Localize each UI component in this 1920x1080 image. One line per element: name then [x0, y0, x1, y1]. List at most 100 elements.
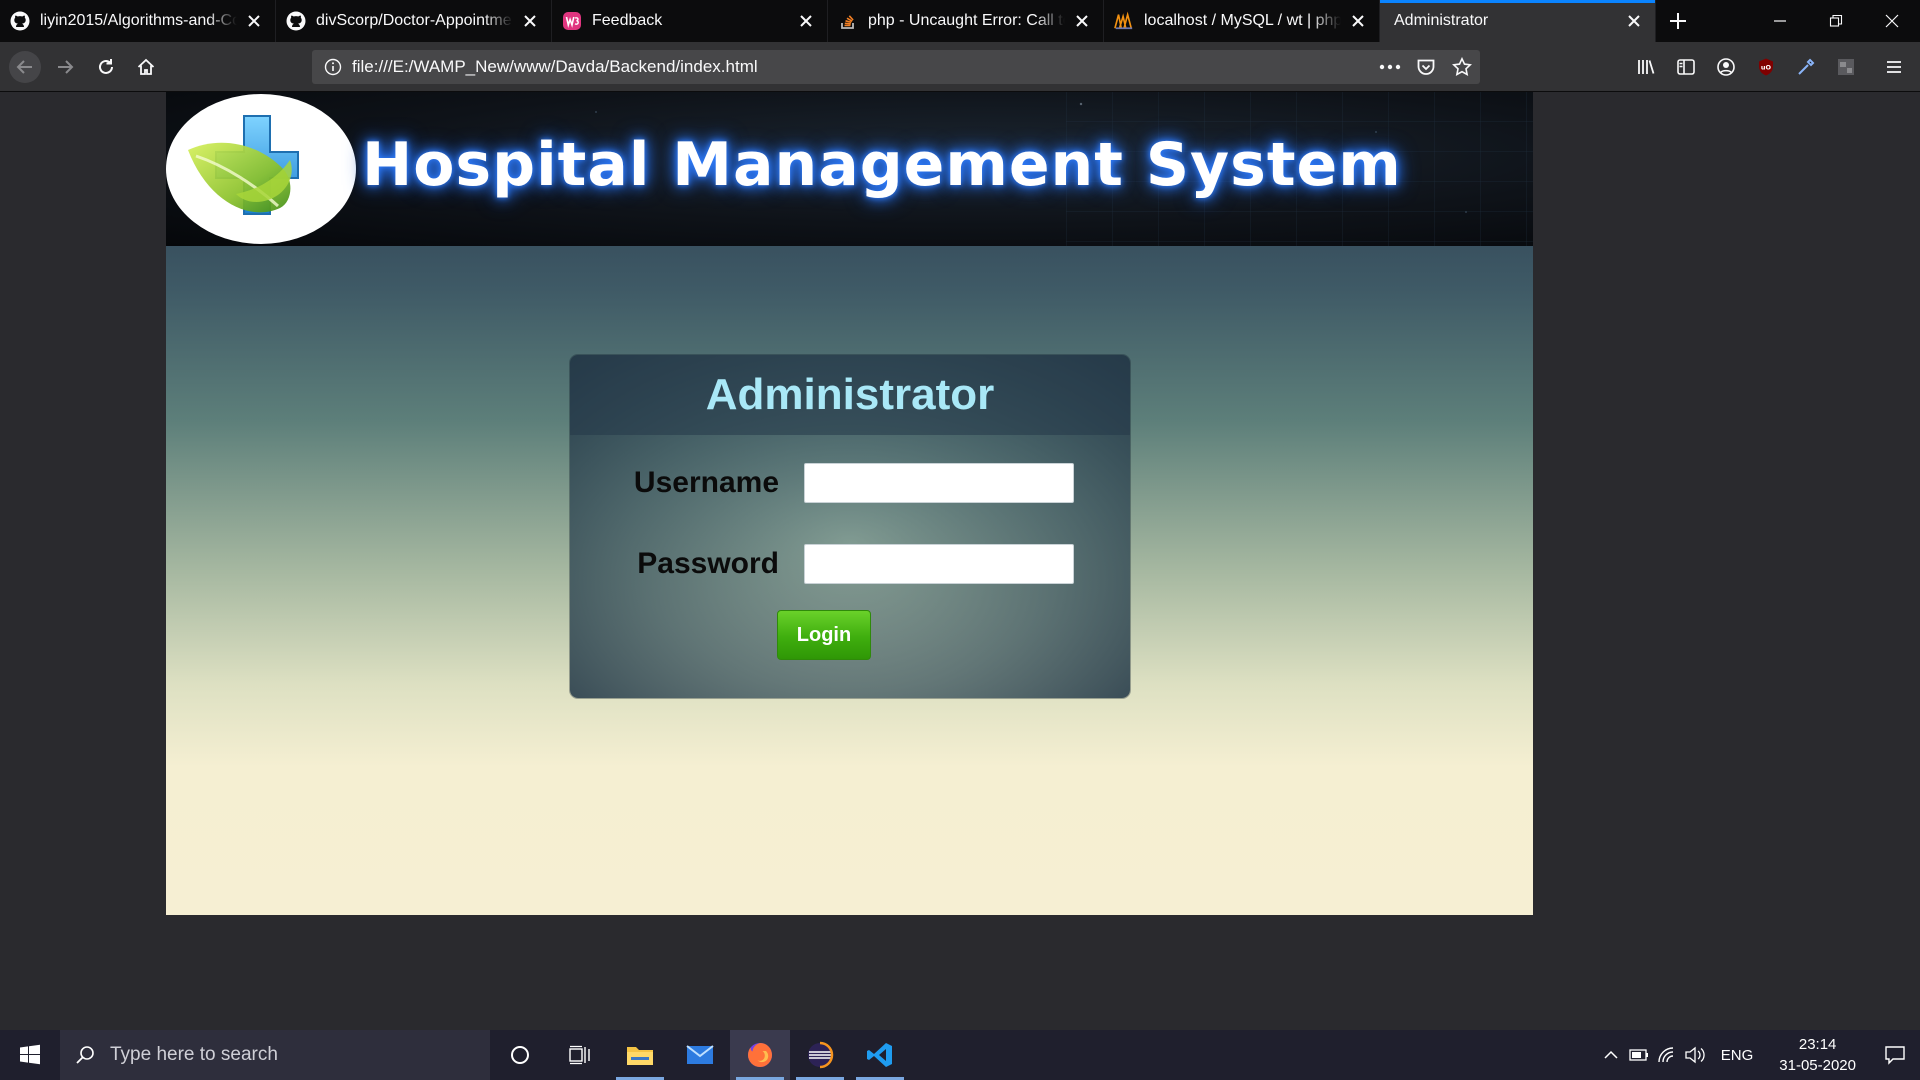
search-placeholder: Type here to search	[110, 1044, 278, 1065]
eyedropper-icon	[1798, 58, 1815, 75]
pocket-icon	[1417, 59, 1435, 75]
tab-github-doctor-appointment[interactable]: divScorp/Doctor-Appointment	[276, 0, 552, 42]
username-row: Username	[570, 463, 1130, 503]
github-icon	[286, 11, 306, 31]
username-input[interactable]	[804, 463, 1074, 503]
folder-icon	[627, 1047, 653, 1065]
minimize-icon	[1774, 20, 1786, 22]
task-view-icon	[569, 1045, 590, 1065]
firefox-icon	[748, 1043, 772, 1067]
star-icon	[1452, 57, 1472, 77]
browser-nav-bar: file:///E:/WAMP_New/www/Davda/Backend/in…	[0, 42, 1920, 92]
vscode-icon	[867, 1043, 892, 1067]
restore-icon	[1829, 14, 1843, 27]
close-icon[interactable]	[243, 10, 265, 32]
tab-title: liyin2015/Algorithms-and-Coding-Intervie…	[40, 12, 237, 29]
library-button[interactable]	[1630, 51, 1662, 83]
battery-icon	[1629, 1049, 1648, 1061]
color-picker-button[interactable]	[1790, 51, 1822, 83]
eclipse-icon	[808, 1041, 834, 1069]
arrow-left-icon	[16, 60, 32, 74]
close-icon[interactable]	[1347, 10, 1369, 32]
url-text[interactable]: file:///E:/WAMP_New/www/Davda/Backend/in…	[350, 57, 1372, 77]
action-center-button[interactable]	[1870, 1030, 1920, 1080]
tab-phpmyadmin[interactable]: localhost / MySQL / wt | phpMyAdmin	[1104, 0, 1380, 42]
restore-button[interactable]	[1808, 0, 1864, 42]
window-controls	[1752, 0, 1920, 42]
windows-taskbar: Type here to search ENG 23:14 31-05-2020	[0, 1030, 1920, 1080]
page-actions-button[interactable]	[1372, 50, 1408, 84]
close-icon[interactable]	[1623, 10, 1645, 32]
site-title: Hospital Management System	[362, 130, 1402, 200]
system-tray: ENG 23:14 31-05-2020	[1597, 1030, 1920, 1080]
tab-title: Administrator	[1394, 12, 1489, 29]
task-view-button[interactable]	[550, 1030, 610, 1080]
username-label: Username	[633, 466, 779, 499]
cortana-button[interactable]	[490, 1030, 550, 1080]
mail-icon	[686, 1045, 714, 1064]
forward-button[interactable]	[49, 51, 81, 83]
clock[interactable]: 23:14 31-05-2020	[1765, 1034, 1870, 1076]
home-button[interactable]	[130, 51, 162, 83]
clock-date: 31-05-2020	[1779, 1057, 1856, 1074]
sidebar-icon	[1677, 59, 1695, 75]
login-heading: Administrator	[705, 370, 995, 419]
extension-button[interactable]	[1830, 51, 1862, 83]
battery-button[interactable]	[1625, 1030, 1653, 1080]
sidebar-button[interactable]	[1670, 51, 1702, 83]
ublock-icon: uO	[1759, 58, 1773, 76]
ublock-button[interactable]: uO	[1750, 51, 1782, 83]
file-explorer-taskbar-button[interactable]	[610, 1030, 670, 1080]
info-icon[interactable]	[316, 50, 350, 84]
eclipse-taskbar-button[interactable]	[790, 1030, 850, 1080]
tab-title: Feedback	[592, 12, 663, 29]
vscode-taskbar-button[interactable]	[850, 1030, 910, 1080]
taskbar-search-box[interactable]: Type here to search	[60, 1030, 490, 1080]
firefox-taskbar-button[interactable]	[730, 1030, 790, 1080]
tab-title: php - Uncaught Error: Call to undefined	[868, 12, 1065, 29]
pocket-button[interactable]	[1408, 50, 1444, 84]
network-button[interactable]	[1653, 1030, 1681, 1080]
volume-button[interactable]	[1681, 1030, 1709, 1080]
web-page: Hospital Management System Administrator…	[166, 92, 1533, 915]
close-icon[interactable]	[795, 10, 817, 32]
login-button[interactable]: Login	[777, 610, 871, 660]
close-icon[interactable]	[1071, 10, 1093, 32]
close-window-button[interactable]	[1864, 0, 1920, 42]
bookmark-button[interactable]	[1444, 50, 1480, 84]
reload-icon	[99, 59, 113, 74]
w3-icon	[562, 11, 582, 31]
tab-administrator[interactable]: Administrator	[1380, 0, 1656, 42]
extension-icon	[1838, 59, 1854, 75]
menu-button[interactable]	[1878, 51, 1910, 83]
clock-time: 23:14	[1798, 1036, 1837, 1053]
tray-overflow-button[interactable]	[1597, 1030, 1625, 1080]
account-icon	[1717, 58, 1735, 76]
tab-title: localhost / MySQL / wt | phpMyAdmin	[1144, 12, 1341, 29]
mail-taskbar-button[interactable]	[670, 1030, 730, 1080]
medical-cross-leaf-icon	[188, 115, 299, 215]
home-icon	[137, 58, 155, 75]
more-horizontal-icon	[1379, 64, 1401, 70]
notification-icon	[1885, 1046, 1905, 1065]
start-button[interactable]	[0, 1030, 60, 1080]
back-button[interactable]	[9, 51, 41, 83]
close-icon[interactable]	[519, 10, 541, 32]
plus-icon	[1670, 13, 1686, 29]
minimize-button[interactable]	[1752, 0, 1808, 42]
close-icon	[1885, 14, 1899, 28]
account-button[interactable]	[1710, 51, 1742, 83]
input-language[interactable]: ENG	[1709, 1047, 1766, 1064]
url-bar[interactable]: file:///E:/WAMP_New/www/Davda/Backend/in…	[312, 50, 1480, 84]
reload-button[interactable]	[90, 51, 122, 83]
tab-stackoverflow[interactable]: php - Uncaught Error: Call to undefined	[828, 0, 1104, 42]
tab-feedback[interactable]: Feedback	[552, 0, 828, 42]
library-icon	[1638, 60, 1655, 74]
tab-github-algorithms[interactable]: liyin2015/Algorithms-and-Coding-Intervie…	[0, 0, 276, 42]
search-icon	[60, 1045, 110, 1065]
new-tab-button[interactable]	[1656, 0, 1700, 42]
password-label: Password	[637, 547, 779, 580]
password-input[interactable]	[804, 544, 1074, 584]
site-header: Hospital Management System	[166, 92, 1533, 246]
cortana-icon	[511, 1046, 529, 1064]
